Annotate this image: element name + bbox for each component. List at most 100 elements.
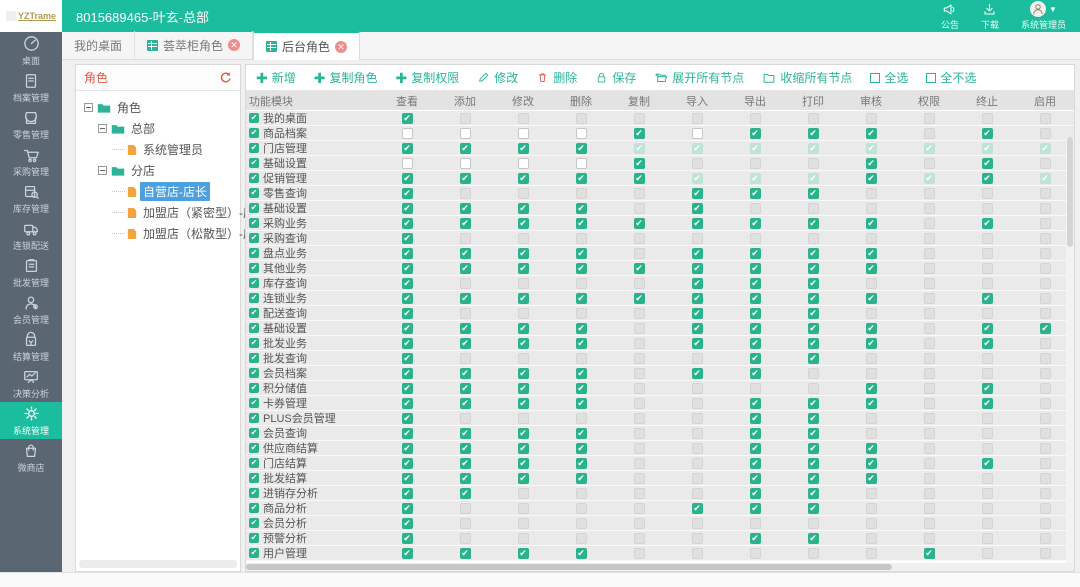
permission-checkbox-导入[interactable]	[692, 113, 703, 124]
permission-checkbox-启用[interactable]	[1040, 398, 1051, 409]
sidebar-item-零售管理[interactable]: 零售管理	[0, 106, 62, 143]
horizontal-scrollbar[interactable]	[246, 563, 1074, 571]
permission-checkbox-添加[interactable]: ✔	[460, 443, 471, 454]
permission-checkbox-添加[interactable]: ✔	[460, 473, 471, 484]
permission-checkbox-权限[interactable]	[924, 233, 935, 244]
permission-checkbox-启用[interactable]: ✔	[1040, 173, 1051, 184]
module-checkbox[interactable]: ✔	[249, 428, 259, 438]
permission-checkbox-打印[interactable]: ✔	[808, 143, 819, 154]
permission-checkbox-终止[interactable]	[982, 473, 993, 484]
permission-checkbox-终止[interactable]	[982, 308, 993, 319]
permission-checkbox-删除[interactable]: ✔	[576, 263, 587, 274]
permission-checkbox-添加[interactable]	[460, 188, 471, 199]
permission-checkbox-添加[interactable]	[460, 308, 471, 319]
permission-checkbox-终止[interactable]: ✔	[982, 458, 993, 469]
permission-checkbox-权限[interactable]	[924, 188, 935, 199]
permission-checkbox-添加[interactable]: ✔	[460, 173, 471, 184]
permission-checkbox-审核[interactable]	[866, 188, 877, 199]
permission-checkbox-添加[interactable]	[460, 503, 471, 514]
permission-checkbox-复制[interactable]: ✔	[634, 218, 645, 229]
permission-checkbox-审核[interactable]: ✔	[866, 263, 877, 274]
permission-checkbox-导出[interactable]: ✔	[750, 323, 761, 334]
permission-checkbox-查看[interactable]: ✔	[402, 233, 413, 244]
permission-checkbox-修改[interactable]: ✔	[518, 248, 529, 259]
permission-checkbox-导入[interactable]	[692, 518, 703, 529]
permission-checkbox-导入[interactable]	[692, 458, 703, 469]
permission-checkbox-添加[interactable]: ✔	[460, 293, 471, 304]
permission-checkbox-复制[interactable]	[634, 338, 645, 349]
permission-checkbox-审核[interactable]: ✔	[866, 143, 877, 154]
permission-checkbox-导入[interactable]: ✔	[692, 278, 703, 289]
permission-checkbox-导出[interactable]: ✔	[750, 143, 761, 154]
permission-checkbox-审核[interactable]: ✔	[866, 458, 877, 469]
permission-checkbox-启用[interactable]	[1040, 548, 1051, 559]
module-checkbox[interactable]: ✔	[249, 248, 259, 258]
permission-checkbox-复制[interactable]	[634, 188, 645, 199]
permission-checkbox-删除[interactable]: ✔	[576, 143, 587, 154]
permission-checkbox-终止[interactable]: ✔	[982, 398, 993, 409]
permission-checkbox-导出[interactable]: ✔	[750, 128, 761, 139]
permission-checkbox-权限[interactable]	[924, 113, 935, 124]
permission-checkbox-终止[interactable]	[982, 413, 993, 424]
permission-checkbox-查看[interactable]: ✔	[402, 143, 413, 154]
permission-checkbox-删除[interactable]: ✔	[576, 443, 587, 454]
permission-checkbox-查看[interactable]: ✔	[402, 188, 413, 199]
permission-checkbox-打印[interactable]: ✔	[808, 533, 819, 544]
permission-checkbox-审核[interactable]	[866, 518, 877, 529]
permission-checkbox-修改[interactable]: ✔	[518, 383, 529, 394]
permission-checkbox-修改[interactable]	[518, 188, 529, 199]
permission-checkbox-导入[interactable]: ✔	[692, 188, 703, 199]
permission-checkbox-终止[interactable]	[982, 518, 993, 529]
permission-checkbox-权限[interactable]	[924, 323, 935, 334]
permission-checkbox-添加[interactable]: ✔	[460, 398, 471, 409]
permission-checkbox-查看[interactable]: ✔	[402, 218, 413, 229]
permission-checkbox-权限[interactable]	[924, 278, 935, 289]
module-checkbox[interactable]: ✔	[249, 233, 259, 243]
permission-checkbox-查看[interactable]: ✔	[402, 278, 413, 289]
module-checkbox[interactable]: ✔	[249, 293, 259, 303]
permission-checkbox-删除[interactable]: ✔	[576, 203, 587, 214]
permission-checkbox-打印[interactable]: ✔	[808, 293, 819, 304]
permission-checkbox-查看[interactable]: ✔	[402, 413, 413, 424]
permission-checkbox-修改[interactable]	[518, 488, 529, 499]
permission-checkbox-导出[interactable]: ✔	[750, 458, 761, 469]
permission-checkbox-导入[interactable]	[692, 443, 703, 454]
permission-checkbox-修改[interactable]: ✔	[518, 323, 529, 334]
permission-checkbox-启用[interactable]	[1040, 428, 1051, 439]
permission-checkbox-审核[interactable]	[866, 503, 877, 514]
permission-checkbox-复制[interactable]	[634, 233, 645, 244]
sidebar-item-系统管理[interactable]: 系统管理	[0, 402, 62, 439]
permission-checkbox-修改[interactable]	[518, 308, 529, 319]
permission-checkbox-审核[interactable]: ✔	[866, 158, 877, 169]
permission-checkbox-导出[interactable]: ✔	[750, 398, 761, 409]
permission-checkbox-打印[interactable]	[808, 158, 819, 169]
permission-checkbox-删除[interactable]	[576, 518, 587, 529]
permission-checkbox-导出[interactable]: ✔	[750, 443, 761, 454]
permission-checkbox-添加[interactable]	[460, 413, 471, 424]
permission-checkbox-打印[interactable]: ✔	[808, 428, 819, 439]
下载-button[interactable]: 下载	[981, 2, 999, 31]
permission-checkbox-权限[interactable]	[924, 443, 935, 454]
permission-checkbox-添加[interactable]: ✔	[460, 548, 471, 559]
permission-checkbox-修改[interactable]	[518, 413, 529, 424]
permission-checkbox-添加[interactable]: ✔	[460, 428, 471, 439]
permission-checkbox-添加[interactable]	[460, 533, 471, 544]
permission-checkbox-添加[interactable]: ✔	[460, 458, 471, 469]
permission-checkbox-复制[interactable]	[634, 113, 645, 124]
permission-checkbox-导入[interactable]	[692, 233, 703, 244]
permission-checkbox-修改[interactable]: ✔	[518, 368, 529, 379]
permission-checkbox-终止[interactable]: ✔	[982, 383, 993, 394]
module-checkbox[interactable]: ✔	[249, 308, 259, 318]
permission-checkbox-审核[interactable]: ✔	[866, 323, 877, 334]
permission-checkbox-审核[interactable]	[866, 113, 877, 124]
module-checkbox[interactable]: ✔	[249, 173, 259, 183]
修改-button[interactable]: 修改	[477, 69, 518, 86]
permission-checkbox-启用[interactable]	[1040, 413, 1051, 424]
module-checkbox[interactable]: ✔	[249, 413, 259, 423]
permission-checkbox-权限[interactable]	[924, 338, 935, 349]
permission-checkbox-权限[interactable]	[924, 293, 935, 304]
permission-checkbox-删除[interactable]	[576, 308, 587, 319]
permission-checkbox-导入[interactable]: ✔	[692, 173, 703, 184]
permission-checkbox-审核[interactable]: ✔	[866, 128, 877, 139]
permission-checkbox-终止[interactable]	[982, 233, 993, 244]
